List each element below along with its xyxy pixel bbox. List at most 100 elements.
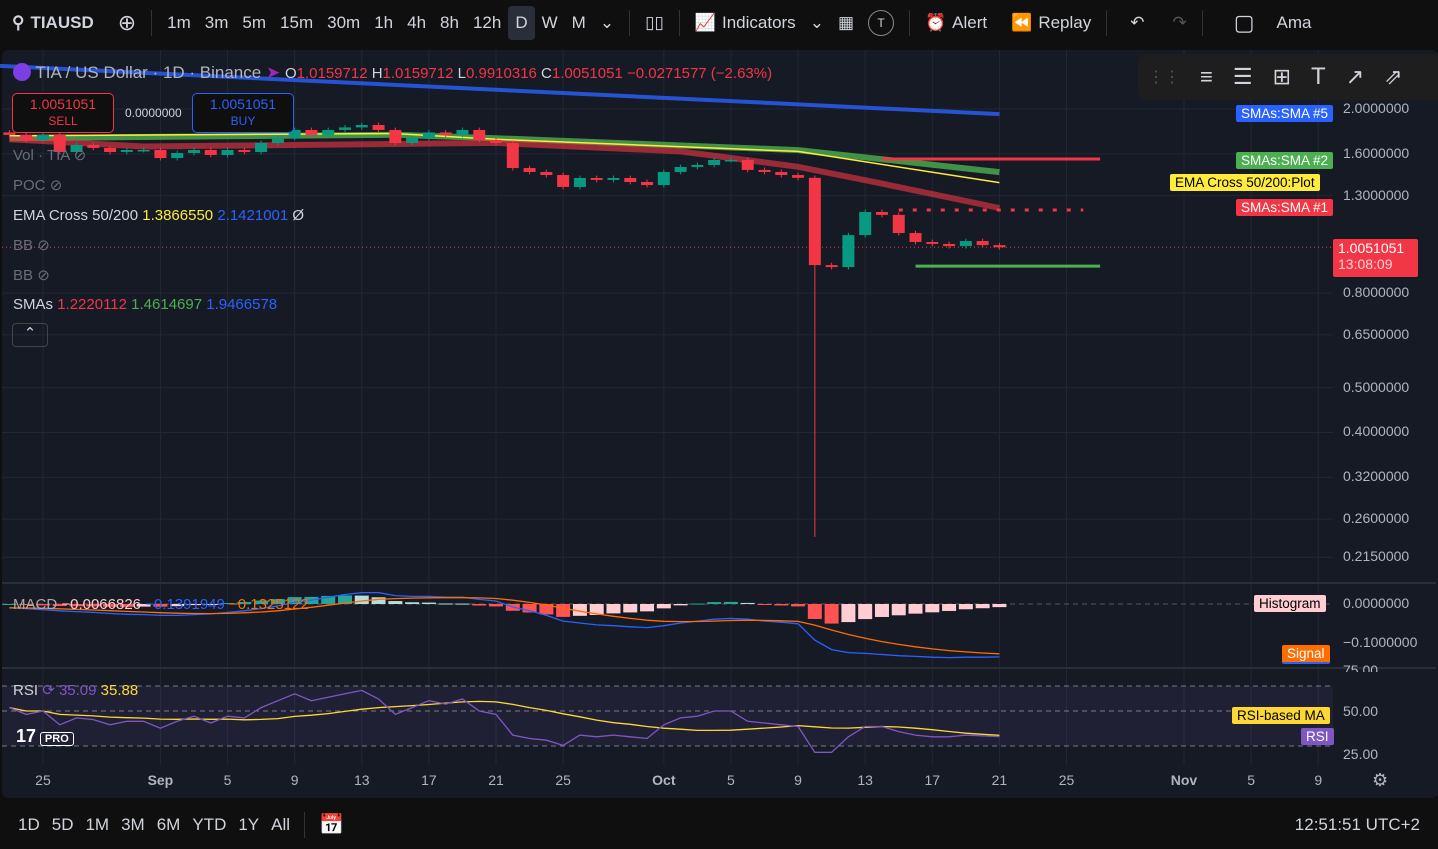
range-1M[interactable]: 1M xyxy=(79,815,115,835)
macd-histogram-bar xyxy=(690,603,705,605)
measure-icon[interactable]: ⊞ xyxy=(1273,64,1291,90)
macd-histogram-bar xyxy=(874,604,889,617)
sell-button[interactable]: 1.0051051 SELL xyxy=(12,93,114,133)
time-axis-label: 21 xyxy=(488,772,504,788)
time-axis-label: 25 xyxy=(555,772,571,788)
drag-handle-icon[interactable]: ⋮⋮ xyxy=(1148,67,1180,87)
candle xyxy=(993,245,1006,248)
candle xyxy=(104,147,117,152)
time-axis-label: 5 xyxy=(727,772,735,788)
macd-histogram-bar xyxy=(841,604,856,623)
macd-histogram-bar xyxy=(606,604,621,614)
share-icon[interactable]: ➤ xyxy=(266,63,280,82)
candle xyxy=(892,214,905,234)
range-1D[interactable]: 1D xyxy=(12,815,46,835)
candle xyxy=(439,132,452,135)
price-axis-label: 0.3200000 xyxy=(1343,468,1410,485)
candle xyxy=(490,140,503,143)
volume-legend[interactable]: Vol · TIA ⊘ xyxy=(13,146,86,164)
clock-timezone[interactable]: 12:51:51 UTC+2 xyxy=(1295,815,1438,835)
macd-histogram-bar xyxy=(472,604,487,606)
macd-histogram-bar xyxy=(824,604,839,624)
candle xyxy=(389,129,402,143)
go-to-date-calendar-icon[interactable]: 📅 xyxy=(313,812,350,837)
candle xyxy=(708,159,721,165)
candle xyxy=(305,129,318,135)
range-1Y[interactable]: 1Y xyxy=(232,815,265,835)
candle xyxy=(422,132,435,138)
time-axis-label: 13 xyxy=(353,772,370,788)
candle xyxy=(674,166,687,172)
collapse-legend-chevron-up-icon[interactable]: ⌃ xyxy=(12,323,48,347)
bb-legend-1[interactable]: BB ⊘ xyxy=(13,236,50,254)
time-axis-label: 17 xyxy=(924,772,941,788)
price-axis-label: 0.8000000 xyxy=(1343,284,1410,301)
sma1-line xyxy=(9,136,1001,211)
symbol-title[interactable]: TIA / US Dollar · 1D · Binance xyxy=(35,63,261,82)
smas-legend[interactable]: SMAs 1.2220112 1.4614697 1.9466578 xyxy=(13,296,277,313)
range-YTD[interactable]: YTD xyxy=(186,815,232,835)
macd-histogram-bar xyxy=(807,604,822,619)
candle xyxy=(523,168,536,172)
candle xyxy=(792,175,805,178)
poc-legend[interactable]: POC ⊘ xyxy=(13,176,62,194)
candle xyxy=(959,241,972,247)
macd-histogram-bar xyxy=(388,601,403,604)
macd-histogram-bar xyxy=(489,604,504,607)
price-change: −0.0271577 (−2.63%) xyxy=(626,65,773,82)
candle xyxy=(20,134,33,141)
price-axis-label: 0.4000000 xyxy=(1343,423,1410,440)
arrow-line-icon[interactable]: ↗ xyxy=(1346,64,1364,90)
time-axis-label: 5 xyxy=(223,772,232,788)
macd-histogram-bar xyxy=(556,604,571,617)
rsi-axis-label: 75.00 xyxy=(1343,662,1379,672)
macd-histogram-bar xyxy=(455,603,470,605)
candle xyxy=(976,241,989,246)
macd-histogram-bar xyxy=(371,597,386,604)
macd-histogram-bar xyxy=(774,604,789,606)
horizontal-ray-icon[interactable]: ☰ xyxy=(1233,64,1253,90)
trend-line-fan-icon[interactable]: ≡ xyxy=(1200,64,1213,90)
tradingview-logo[interactable]: 17 PRO xyxy=(16,726,74,747)
macd-histogram-bar xyxy=(908,604,923,614)
settings-gear-icon[interactable]: ⚙ xyxy=(1372,770,1388,791)
range-6M[interactable]: 6M xyxy=(151,815,187,835)
macd-histogram-bar xyxy=(958,604,973,610)
macd-histogram-bar xyxy=(942,604,957,611)
macd-histogram-bar xyxy=(791,604,806,607)
candle xyxy=(557,175,570,187)
candle xyxy=(775,171,788,176)
buy-button[interactable]: 1.0051051 BUY xyxy=(192,93,294,133)
candle xyxy=(657,171,670,186)
divider xyxy=(304,811,306,838)
signal-tag: Signal xyxy=(1282,645,1330,664)
candle xyxy=(339,127,351,130)
bottom-toolbar: 1D 5D 1M 3M 6M YTD 1Y All 📅 12:51:51 UTC+2 xyxy=(0,800,1438,849)
macd-histogram-bar xyxy=(891,604,906,616)
macd-histogram-bar xyxy=(707,602,722,604)
hidden-eye-icon: ⊘ xyxy=(37,267,50,284)
candle xyxy=(238,149,251,152)
sma2-tag: SMAs:SMA #2 xyxy=(1236,152,1334,169)
candle xyxy=(590,177,603,180)
candle xyxy=(171,152,184,159)
ema-tag: EMA Cross 50/200:Plot xyxy=(1170,174,1320,191)
candle xyxy=(221,149,234,155)
ema-cross-legend[interactable]: EMA Cross 50/200 1.3866550 2.1421001 Ø xyxy=(13,207,304,224)
range-All[interactable]: All xyxy=(265,815,296,835)
range-5D[interactable]: 5D xyxy=(46,815,80,835)
candle xyxy=(372,124,385,130)
text-tool-icon[interactable]: T xyxy=(1311,63,1326,91)
macd-legend[interactable]: MACD −0.0066826 −0.1391949 −0.1325122 xyxy=(13,596,309,613)
rsi-legend[interactable]: RSI ⟳ 35.09 35.88 xyxy=(13,681,138,699)
arrow-marker-icon[interactable]: ⇗ xyxy=(1384,64,1402,90)
candle xyxy=(926,241,939,244)
rsi-axis-label: 25.00 xyxy=(1343,746,1379,762)
range-3M[interactable]: 3M xyxy=(115,815,151,835)
bb-legend-2[interactable]: BB ⊘ xyxy=(13,266,50,284)
candle xyxy=(607,177,620,180)
macd-histogram-bar xyxy=(438,603,453,605)
hidden-eye-icon: ⊘ xyxy=(49,177,63,194)
candle xyxy=(473,129,486,141)
candle xyxy=(355,124,368,128)
